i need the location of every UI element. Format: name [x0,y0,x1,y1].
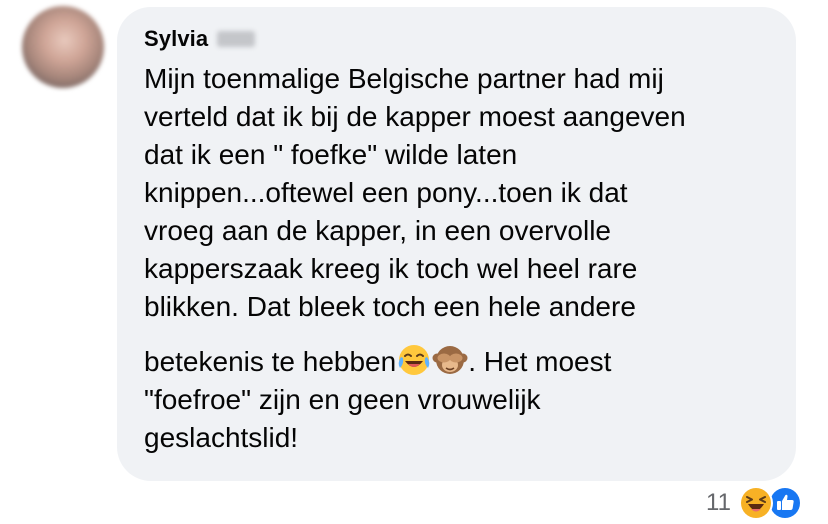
like-reaction-icon [767,486,802,520]
comment-screenshot: Sylvia Mijn toenmalige Belgische partner… [0,0,828,524]
comment-line: knippen...oftewel een pony...toen ik dat [144,177,628,208]
comment-line: blikken. Dat bleek toch een hele andere [144,291,636,322]
reaction-count[interactable]: 11 [706,489,731,517]
reaction-icons[interactable] [738,486,809,520]
comment-bubble: Sylvia Mijn toenmalige Belgische partner… [117,7,796,481]
author-row: Sylvia [144,26,256,52]
comment-line: geslachtslid! [144,422,299,453]
avatar[interactable] [22,6,104,88]
author-name[interactable]: Sylvia [144,26,208,52]
comment-line: verteld dat ik bij de kapper moest aange… [144,101,686,132]
face-with-tears-of-joy-emoji-icon [396,343,432,377]
comment-line-part: betekenis te hebben [144,346,397,377]
comment-line: Mijn toenmalige Belgische partner had mi… [144,63,664,94]
haha-reaction-icon [738,486,773,520]
author-surname-blurred [217,31,256,47]
comment-line: kapperszaak kreeg ik toch wel heel rare [144,253,638,284]
see-no-evil-monkey-emoji-icon [432,343,468,377]
reactions-summary[interactable]: 11 [706,486,809,520]
comment-line: vroeg aan de kapper, in een overvolle [144,215,611,246]
comment-line-part: . Het moest [468,346,612,377]
comment-line: dat ik een " foefke" wilde laten [144,139,518,170]
comment-line: "foefroe" zijn en geen vrouwelijk [144,384,541,415]
comment-text: Mijn toenmalige Belgische partner had mi… [144,60,784,457]
comment-line-with-emoji: betekenis te hebben . Het moest [144,343,784,381]
